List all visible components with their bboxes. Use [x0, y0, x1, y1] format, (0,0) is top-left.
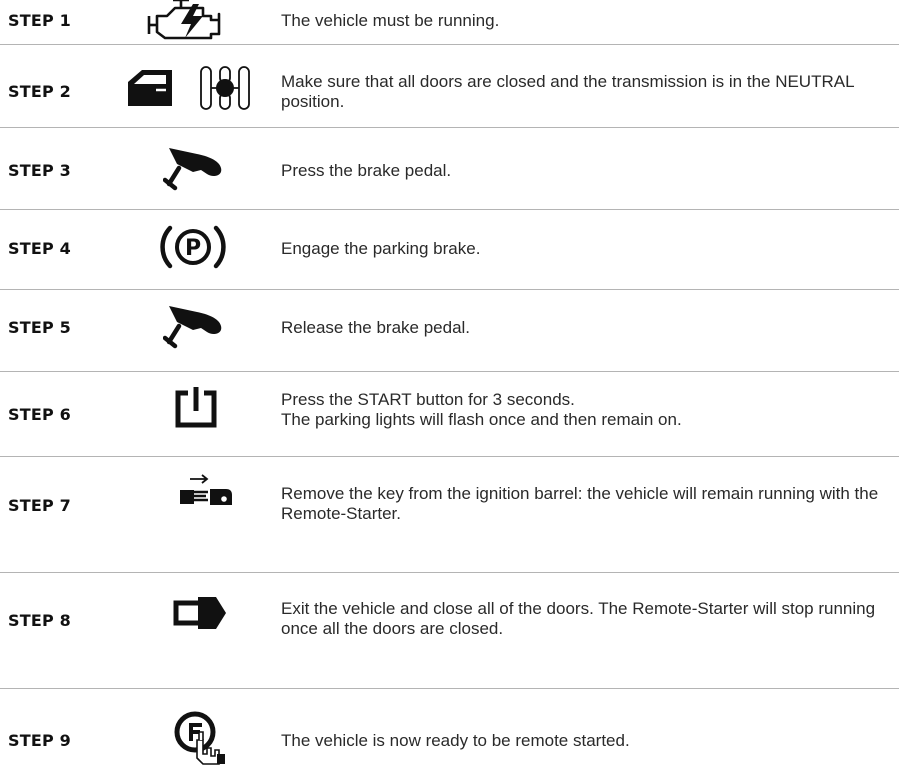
step-description: Remove the key from the ignition barrel:… [281, 484, 879, 523]
step-row: STEP 8 Exit the vehicle and close all of… [0, 573, 899, 688]
step-row: STEP 1 The vehicle must be running. [0, 0, 899, 44]
step-label: STEP 4 [8, 239, 71, 258]
step-row: STEP 9 The vehicle is now ready to be re… [0, 689, 899, 772]
step-row: STEP 6 Press the START button for 3 seco… [0, 372, 899, 456]
description-line: Press the START button for 3 seconds. [281, 390, 575, 409]
step-description: Press the brake pedal. [281, 161, 452, 180]
step-row: STEP 2 Make sure that all doors are clos… [0, 45, 899, 125]
step-description: Exit the vehicle and close all of the do… [281, 599, 876, 638]
start-button-icon [174, 385, 218, 429]
gear-shift-neutral-icon [198, 64, 252, 112]
brake-pedal-press-icon [163, 144, 225, 192]
step-description: The vehicle is now ready to be remote st… [281, 731, 630, 750]
exit-vehicle-icon [172, 595, 228, 635]
step-row: STEP 4 P Engage the parking brake. [0, 210, 899, 290]
step-label: STEP 9 [8, 731, 71, 750]
step-label: STEP 1 [8, 11, 71, 30]
parking-brake-icon: P [158, 224, 228, 270]
step-row: STEP 3 Press the brake pedal. [0, 128, 899, 208]
remote-button-icon [173, 710, 227, 766]
step-description: Engage the parking brake. [281, 239, 481, 258]
step-label: STEP 8 [8, 611, 71, 630]
step-description: The vehicle must be running. [281, 11, 500, 30]
brake-pedal-release-icon [163, 302, 225, 350]
step-description: Make sure that all doors are closed and … [281, 72, 854, 111]
car-door-icon [126, 68, 176, 108]
key-removal-icon [178, 473, 234, 513]
step-label: STEP 3 [8, 161, 71, 180]
step-description: Release the brake pedal. [281, 318, 471, 337]
engine-check-icon [145, 0, 235, 42]
step-row: STEP 7 Remove the key from the ignition … [0, 457, 899, 572]
step-label: STEP 2 [8, 82, 71, 101]
step-row: STEP 5 Release the brake pedal. [0, 290, 899, 370]
description-line: The parking lights will flash once and t… [281, 410, 682, 429]
step-label: STEP 5 [8, 318, 71, 337]
step-label: STEP 7 [8, 496, 71, 515]
step-description: Press the START button for 3 seconds. Th… [281, 390, 894, 430]
step-label: STEP 6 [8, 405, 71, 424]
parking-brake-letter: P [185, 236, 201, 261]
